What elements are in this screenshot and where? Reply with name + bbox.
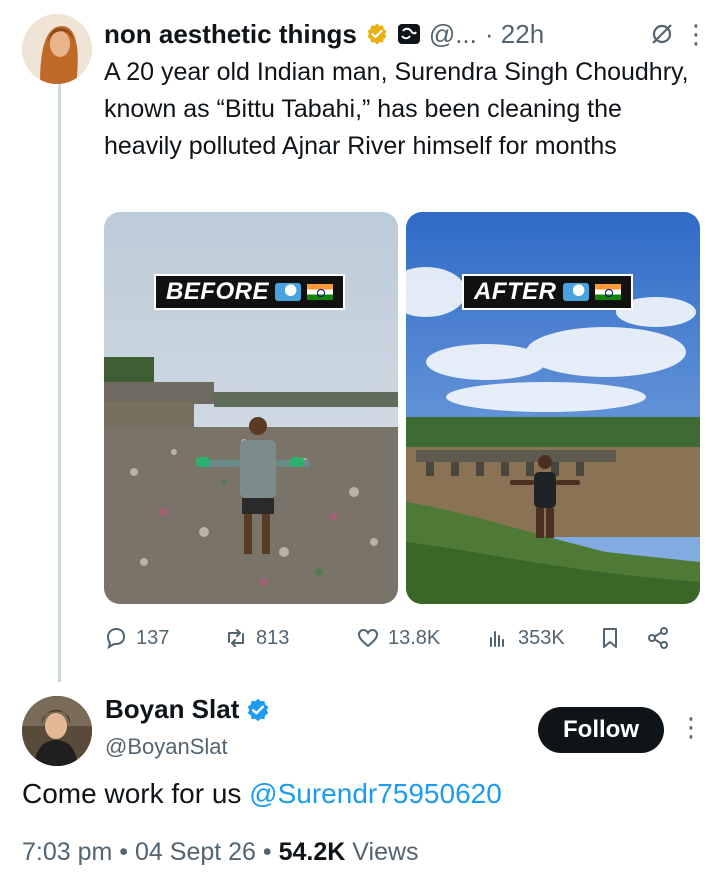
reply-text: Come work for us @Surendr75950620 bbox=[22, 778, 502, 810]
avatar-image bbox=[22, 696, 92, 766]
after-photo-image bbox=[406, 212, 700, 604]
reply-text-body: Come work for us bbox=[22, 778, 250, 809]
separator-dot: • bbox=[262, 838, 272, 866]
reply-author-name-row: Boyan Slat bbox=[105, 694, 271, 725]
after-photo[interactable]: AFTER bbox=[406, 212, 700, 604]
before-label: BEFORE bbox=[154, 274, 346, 310]
tweet-media: BEFORE AFTER bbox=[104, 212, 700, 604]
wave-emoji-icon bbox=[562, 283, 589, 301]
follow-button[interactable]: Follow bbox=[538, 707, 664, 753]
reply-views-count: 54.2K bbox=[278, 838, 346, 866]
verified-gold-icon[interactable] bbox=[365, 22, 389, 46]
india-flag-icon bbox=[594, 284, 621, 300]
thread-connector-line bbox=[58, 82, 61, 682]
views-button[interactable]: 353K bbox=[486, 626, 598, 650]
tweet-timestamp[interactable]: · 22h bbox=[485, 19, 544, 50]
reply-more-options-icon[interactable]: ⋮ bbox=[678, 712, 704, 743]
grok-icon[interactable] bbox=[649, 21, 675, 47]
views-count: 353K bbox=[518, 626, 565, 649]
reply-author-avatar[interactable] bbox=[22, 696, 92, 766]
after-label: AFTER bbox=[462, 274, 633, 310]
wave-emoji-icon bbox=[275, 283, 302, 301]
reply-author-name[interactable]: Boyan Slat bbox=[105, 694, 239, 725]
reply-button[interactable]: 137 bbox=[104, 626, 224, 650]
like-button[interactable]: 13.8K bbox=[356, 626, 486, 650]
reply-metadata: 7:03 pm • 04 Sept 26 • 54.2K Views bbox=[22, 838, 419, 867]
before-label-text: BEFORE bbox=[166, 278, 270, 305]
tweet-text: A 20 year old Indian man, Surendra Singh… bbox=[104, 58, 689, 160]
before-photo[interactable]: BEFORE bbox=[104, 212, 398, 604]
share-button[interactable] bbox=[646, 626, 670, 650]
author-name[interactable]: non aesthetic things bbox=[104, 19, 357, 50]
repost-count: 813 bbox=[256, 626, 290, 649]
after-label-text: AFTER bbox=[474, 278, 557, 305]
reply-count: 137 bbox=[136, 626, 170, 649]
tweet-header: non aesthetic things @... · 22h ⋮ bbox=[104, 14, 709, 54]
avatar-image bbox=[22, 14, 92, 84]
mention-link[interactable]: @Surendr75950620 bbox=[249, 778, 502, 809]
reply-time[interactable]: 7:03 pm bbox=[22, 838, 112, 866]
verified-blue-icon[interactable] bbox=[245, 697, 271, 723]
reply-author-handle[interactable]: @BoyanSlat bbox=[105, 734, 228, 760]
repost-button[interactable]: 813 bbox=[224, 626, 356, 650]
reply-date[interactable]: 04 Sept 26 bbox=[135, 838, 256, 866]
reply-views-label: Views bbox=[352, 838, 419, 866]
reply-icon bbox=[106, 627, 126, 650]
separator-dot: • bbox=[119, 838, 129, 866]
author-avatar[interactable] bbox=[22, 14, 92, 84]
india-flag-icon bbox=[307, 284, 334, 300]
author-handle[interactable]: @... bbox=[429, 19, 477, 50]
bookmark-button[interactable] bbox=[598, 626, 646, 650]
repost-icon bbox=[228, 629, 244, 647]
bookmark-icon bbox=[603, 628, 617, 648]
heart-icon bbox=[357, 628, 379, 648]
affiliate-badge-icon[interactable] bbox=[397, 22, 421, 46]
share-icon bbox=[648, 627, 668, 649]
more-options-icon[interactable]: ⋮ bbox=[683, 21, 709, 47]
like-count: 13.8K bbox=[388, 626, 441, 649]
tweet-action-bar: 137 813 13.8K 353K bbox=[104, 620, 700, 656]
before-photo-image bbox=[104, 212, 398, 604]
views-chart-icon bbox=[490, 631, 504, 647]
